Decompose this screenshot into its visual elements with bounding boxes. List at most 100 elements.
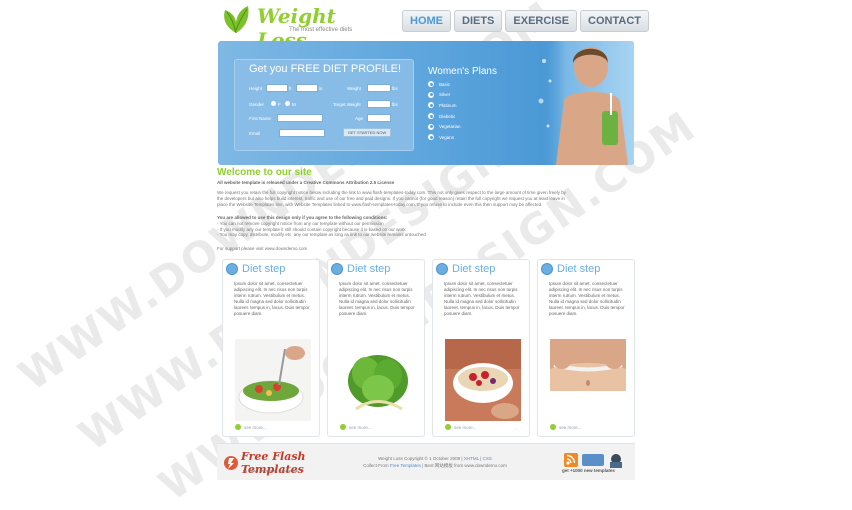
see-more-link[interactable]: see more... (445, 424, 477, 430)
email-input[interactable] (279, 129, 325, 137)
nav-home[interactable]: HOME (402, 10, 451, 32)
radio-icon (428, 102, 434, 109)
copyright-text: Weight Loss Copyright © 1 October 2009 | (378, 456, 463, 461)
see-more-link[interactable]: see more... (340, 424, 372, 430)
collect-from-text: Collect From (363, 463, 389, 468)
nav-exercise[interactable]: EXERCISE (505, 10, 578, 32)
target-weight-input[interactable] (367, 100, 391, 108)
arrow-icon (235, 424, 241, 430)
salad-bowl-photo (235, 339, 311, 421)
card-title: Diet step (347, 263, 391, 275)
nav-diets[interactable]: DIETS (454, 10, 503, 32)
license-line: All website template is released under a… (217, 180, 395, 185)
lettuce-photo (340, 339, 416, 421)
radio-icon (428, 113, 434, 120)
xhtml-link[interactable]: XHTML (464, 456, 479, 461)
card-title: Diet step (452, 263, 496, 275)
diet-step-card: Diet step Ipsum dolor sit amet, consecte… (327, 259, 425, 437)
in-label: in (319, 86, 323, 91)
card-body: Ipsum dolor sit amet, consectetuer adipi… (444, 281, 520, 316)
plan-item[interactable]: Vegetarian (428, 121, 461, 132)
see-more-label: see more... (454, 424, 477, 430)
welcome-title: Welcome to our site (217, 167, 312, 178)
condition-item: - You may copy, distribute, modify etc. … (217, 232, 426, 238)
gender-female-radio[interactable] (271, 101, 276, 106)
card-body: Ipsum dolor sit amet, consectetuer adipi… (549, 281, 625, 316)
plan-item[interactable]: Diabetic (428, 111, 461, 122)
rss-promo-badge[interactable]: get +1000 new templates (562, 450, 628, 474)
plan-item[interactable]: Basic (428, 79, 461, 90)
diet-step-card: Diet step Ipsum dolor sit amet, consecte… (432, 259, 530, 437)
age-input[interactable] (367, 114, 391, 122)
womens-plans-title: Women's Plans (428, 66, 497, 77)
separator: | (480, 456, 482, 461)
email-label: Email (249, 131, 261, 136)
footer-text: Weight Loss Copyright © 1 October 2009 |… (335, 455, 535, 469)
footer-site-text: | Best 网站模板 from www.downdemo.com (422, 463, 507, 468)
step-icon (541, 263, 553, 275)
leaf-icon (224, 6, 249, 34)
css-link[interactable]: CSS (483, 456, 492, 461)
plan-label: Vegans (439, 134, 455, 140)
plan-item[interactable]: Vegans (428, 132, 461, 143)
male-label: M (292, 102, 296, 107)
gender-male-radio[interactable] (285, 101, 290, 106)
conditions-paragraph: You are allowed to use this design only … (217, 215, 633, 238)
age-label: Age (355, 116, 364, 121)
paragraph-line: place the Website Templates line, with W… (217, 201, 543, 207)
diet-profile-form: Get you FREE DIET PROFILE! Height ft in … (234, 59, 414, 151)
flash-logo-icon (224, 456, 238, 470)
height-ft-input[interactable] (266, 84, 288, 92)
see-more-label: see more... (244, 424, 267, 430)
height-label: Height (249, 86, 263, 91)
see-more-link[interactable]: see more... (550, 424, 582, 430)
page: Weight Loss The most effective diets HOM… (216, 0, 650, 482)
gender-label: Gender (249, 102, 265, 107)
plan-label: Basic (439, 81, 451, 87)
womens-plans-list: Basic Silver Platinum Diabetic Vegetaria… (428, 79, 461, 143)
footer: Free Flash Templates by Flash Templates … (217, 443, 635, 480)
support-line: For support please visit www.downdemo.co… (217, 246, 308, 251)
card-title: Diet step (242, 263, 286, 275)
copyright-paragraph: We request you retain the full copyright… (217, 190, 633, 207)
radio-icon (428, 134, 434, 141)
measuring-waist-photo (550, 339, 626, 421)
main-nav: HOME DIETS EXERCISE CONTACT (402, 10, 650, 32)
plan-label: Silver (439, 92, 451, 98)
target-weight-label: Target Weight (333, 102, 361, 107)
lbs-label: lbs (392, 86, 398, 91)
see-more-link[interactable]: see more... (235, 424, 267, 430)
step-icon (436, 263, 448, 275)
lbs2-label: lbs (392, 102, 398, 107)
card-title: Diet step (557, 263, 601, 275)
arrow-icon (445, 424, 451, 430)
weight-label: Weight (347, 86, 361, 91)
badge-text: get +1000 new templates (562, 468, 615, 473)
arrow-icon (550, 424, 556, 430)
diet-step-card: Diet step Ipsum dolor sit amet, consecte… (222, 259, 320, 437)
plan-item[interactable]: Platinum (428, 100, 461, 111)
logo-tagline: The most effective diets (289, 27, 353, 33)
plan-label: Diabetic (439, 113, 456, 119)
site-logo[interactable]: Weight Loss The most effective diets (219, 2, 359, 52)
arrow-icon (340, 424, 346, 430)
free-flash-templates-logo[interactable]: Free Flash Templates by Flash Templates … (223, 448, 313, 476)
ft-label: ft (289, 86, 292, 91)
card-body: Ipsum dolor sit amet, consectetuer adipi… (234, 281, 310, 316)
nav-contact[interactable]: CONTACT (580, 10, 650, 32)
radio-icon (428, 123, 434, 130)
step-icon (226, 263, 238, 275)
diet-step-card: Diet step Ipsum dolor sit amet, consecte… (537, 259, 635, 437)
first-name-input[interactable] (277, 114, 323, 122)
rss-icon (564, 453, 622, 468)
fruit-bowl-photo (445, 339, 521, 421)
weight-input[interactable] (367, 84, 391, 92)
free-templates-link[interactable]: Free Templates (390, 463, 421, 468)
hero-banner: Get you FREE DIET PROFILE! Height ft in … (218, 41, 634, 165)
radio-icon (428, 91, 434, 98)
height-in-input[interactable] (296, 84, 318, 92)
footer-logo-sub: by Flash Templates Resources (243, 468, 298, 473)
plan-item[interactable]: Silver (428, 90, 461, 101)
plan-label: Platinum (439, 102, 457, 108)
get-started-button[interactable]: GET STARTED NOW (343, 128, 391, 137)
